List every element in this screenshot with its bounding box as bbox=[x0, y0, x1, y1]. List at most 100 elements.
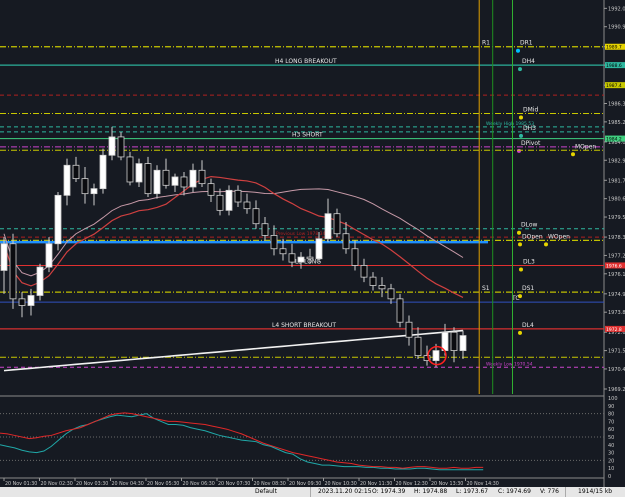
candle-body bbox=[279, 248, 287, 255]
price-chart[interactable]: 1992.0 1990.9 1989.7 1988.6 1987.4 1986.3 1985… bbox=[0, 0, 625, 487]
candle-body bbox=[180, 176, 188, 188]
candle-body bbox=[27, 295, 35, 306]
level-label: WOpen bbox=[548, 233, 570, 240]
level-dot bbox=[516, 48, 520, 53]
price-tick-label: 1976.1 bbox=[608, 272, 625, 278]
price-tick-label: 1970.4 bbox=[608, 367, 625, 373]
candle-body bbox=[198, 169, 206, 185]
candle-body bbox=[450, 331, 458, 351]
level-dot bbox=[571, 152, 575, 157]
candle-body bbox=[36, 266, 44, 296]
level-label: DPivot bbox=[521, 140, 541, 147]
connection-traffic: 1914/15 kb bbox=[578, 488, 613, 495]
level-label: H4 LONG BREAKOUT bbox=[275, 58, 337, 65]
candle-body bbox=[342, 233, 350, 250]
oscillator-tick-label: 80 bbox=[608, 412, 614, 418]
candle-body bbox=[405, 321, 413, 338]
candle-body bbox=[432, 350, 440, 362]
candle-body bbox=[54, 194, 62, 245]
candle-body bbox=[459, 335, 467, 351]
candle-body bbox=[369, 276, 377, 286]
oscillator-tick-label: 20 bbox=[608, 458, 614, 464]
level-label: DH3 bbox=[523, 125, 536, 132]
candle-body bbox=[81, 178, 89, 195]
candle-body bbox=[396, 298, 404, 323]
price-badge-text: 1987.4 bbox=[606, 83, 622, 89]
candle-body bbox=[117, 136, 125, 158]
candle-body bbox=[189, 169, 197, 188]
price-badge-text: 1972.8 bbox=[606, 327, 622, 333]
candle-body bbox=[207, 183, 215, 196]
candle-body bbox=[45, 243, 53, 268]
price-tick-label: 1992.0 bbox=[608, 6, 625, 12]
candle-body bbox=[162, 169, 170, 186]
level-label: Previous Low 1978.34 bbox=[276, 231, 325, 237]
price-tick-label: 1982.9 bbox=[608, 158, 625, 164]
cursor-volume: V: 776 bbox=[540, 488, 559, 495]
candle-body bbox=[324, 213, 332, 240]
level-label: DS1 bbox=[522, 285, 534, 292]
status-bar: Default 2023.11.20 02:15 O: 1974.39 H: 1… bbox=[0, 487, 625, 497]
price-tick-label: 1969.2 bbox=[608, 387, 625, 393]
level-dot bbox=[518, 330, 522, 335]
price-badge-text: 1976.6 bbox=[606, 263, 622, 269]
level-label: DL3 bbox=[523, 258, 535, 265]
level-label: S1 bbox=[482, 285, 490, 292]
price-badge-text: 1984.2 bbox=[606, 137, 622, 143]
candle-body bbox=[216, 194, 224, 211]
candle-body bbox=[414, 336, 422, 357]
level-label: DMid bbox=[523, 107, 538, 114]
price-badge-text: 1989.7 bbox=[606, 45, 622, 51]
candle-body bbox=[315, 238, 323, 260]
candle-body bbox=[252, 208, 260, 225]
level-label: DH4 bbox=[522, 58, 535, 65]
candle-body bbox=[270, 234, 278, 250]
oscillator-tick-label: 40 bbox=[608, 443, 614, 449]
candle-body bbox=[72, 164, 80, 180]
cursor-high: H: 1974.88 bbox=[414, 488, 448, 495]
candle-body bbox=[108, 136, 116, 156]
level-dot bbox=[517, 230, 521, 235]
candle-body bbox=[153, 169, 161, 195]
level-dot bbox=[518, 242, 522, 247]
level-label: DL4 bbox=[522, 322, 534, 329]
candle-body bbox=[351, 248, 359, 266]
price-tick-label: 1973.8 bbox=[608, 310, 625, 316]
candle-body bbox=[9, 243, 17, 300]
candle-body bbox=[225, 189, 233, 211]
oscillator-tick-label: 50 bbox=[608, 435, 614, 441]
level-dot bbox=[519, 115, 523, 120]
level-label: DOpen bbox=[522, 233, 543, 240]
oscillator-tick-label: 0 bbox=[608, 474, 611, 480]
price-tick-label: 1971.5 bbox=[608, 349, 625, 355]
candle-body bbox=[378, 285, 386, 290]
candle-body bbox=[243, 201, 251, 210]
candle-body bbox=[234, 189, 242, 203]
candle-body bbox=[360, 265, 368, 278]
candle-body bbox=[261, 223, 269, 236]
oscillator-tick-label: 70 bbox=[608, 419, 614, 425]
candle-body bbox=[63, 164, 71, 196]
oscillator-tick-label: 10 bbox=[608, 466, 614, 472]
candle-body bbox=[126, 156, 134, 183]
price-tick-label: 1986.3 bbox=[608, 102, 625, 108]
level-dot bbox=[544, 242, 548, 247]
trading-chart-window[interactable]: 1992.0 1990.9 1989.7 1988.6 1987.4 1986.3 1985… bbox=[0, 0, 625, 497]
cursor-datetime: 2023.11.20 02:15 bbox=[318, 488, 372, 495]
profile-name: Default bbox=[255, 488, 277, 495]
price-tick-label: 1978.3 bbox=[608, 235, 625, 241]
oscillator-tick-label: 60 bbox=[608, 427, 614, 433]
candle-body bbox=[90, 188, 98, 195]
price-badge-text: 1988.6 bbox=[606, 63, 622, 69]
candle-body bbox=[135, 163, 143, 183]
level-dot bbox=[517, 148, 521, 153]
level-label: DLow bbox=[521, 222, 538, 229]
price-tick-label: 1974.9 bbox=[608, 292, 625, 298]
candle-body bbox=[306, 256, 314, 260]
candle-body bbox=[441, 331, 449, 351]
level-dot bbox=[518, 67, 522, 72]
cursor-open: O: 1974.39 bbox=[372, 488, 406, 495]
level-label: L4 SHORT BREAKOUT bbox=[272, 322, 336, 329]
candle-body bbox=[171, 176, 179, 186]
price-tick-label: 1985.2 bbox=[608, 120, 625, 126]
